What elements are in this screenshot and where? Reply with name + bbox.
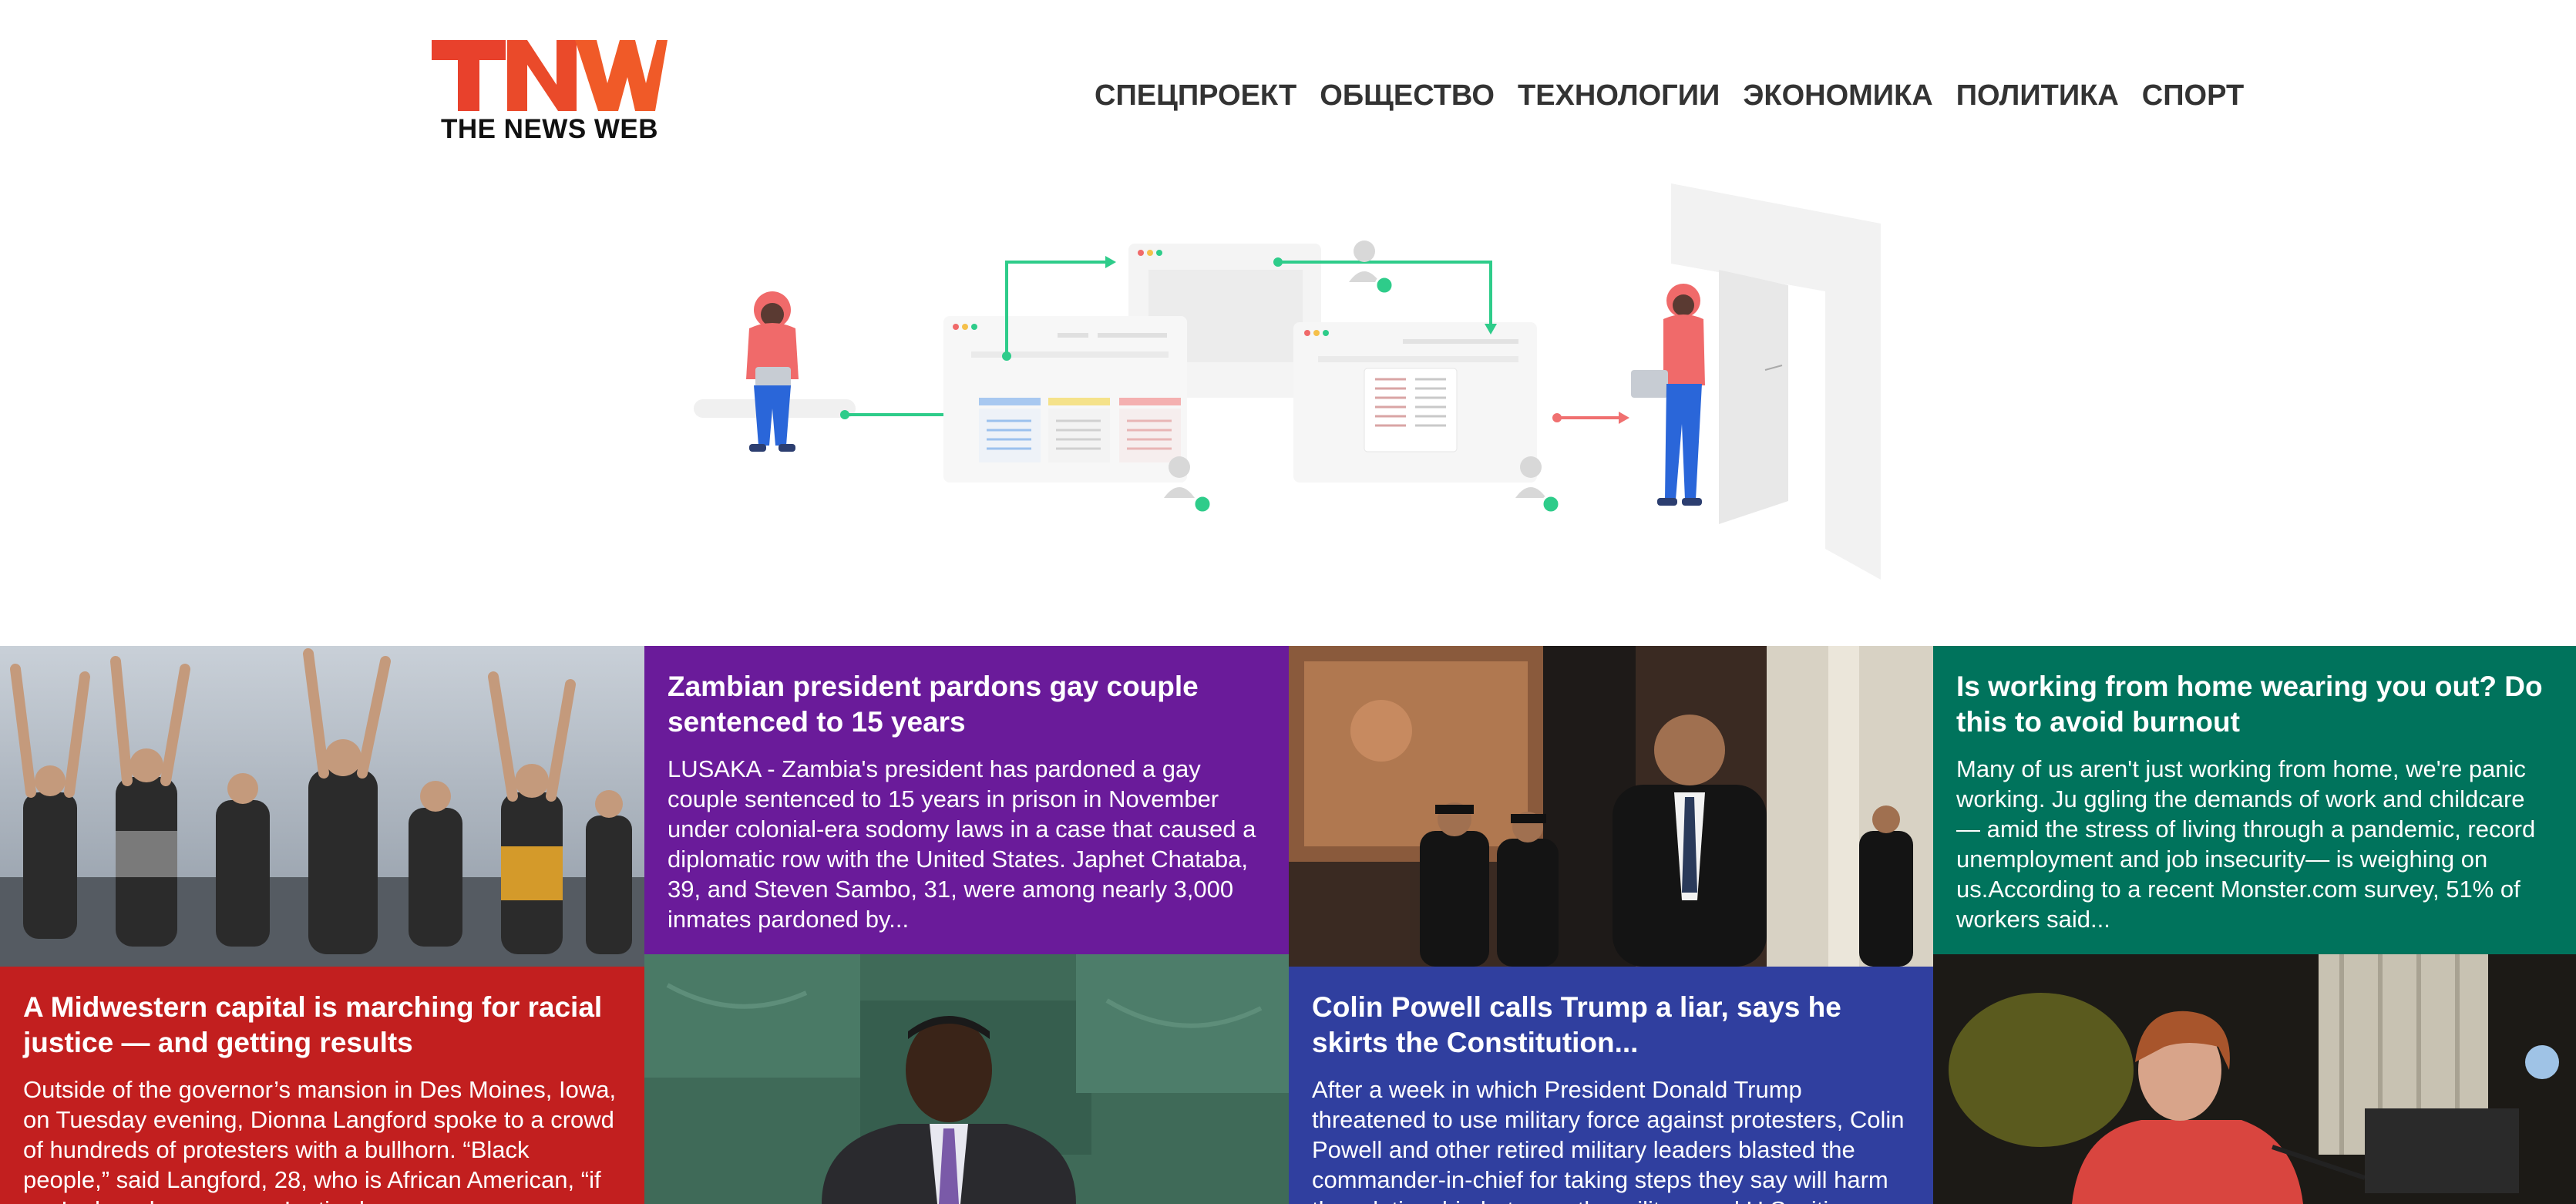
document-window-icon: [1293, 322, 1537, 483]
nav-item-economy[interactable]: ЭКОНОМИКА: [1743, 76, 1932, 116]
hero-illustration: [663, 177, 1912, 594]
person-standing-icon: [1631, 284, 1705, 506]
article-card-burnout[interactable]: Is working from home wearing you out? Do…: [1933, 646, 2576, 954]
kanban-window-icon: [943, 316, 1187, 483]
protesters-photo: [0, 646, 644, 967]
article-excerpt: Many of us aren't just working from home…: [1956, 755, 2536, 933]
article-title[interactable]: Is working from home wearing you out? Do…: [1956, 669, 2554, 740]
woman-at-laptop-photo: [1933, 954, 2576, 1204]
nav-item-society[interactable]: ОБЩЕСТВО: [1320, 76, 1495, 116]
nav-item-politics[interactable]: ПОЛИТИКА: [1956, 76, 2119, 116]
article-excerpt: LUSAKA - Zambia's president has pardoned…: [668, 755, 1256, 933]
article-image-protest[interactable]: [0, 646, 644, 967]
article-card-zambia[interactable]: Zambian president pardons gay couple sen…: [644, 646, 1289, 954]
site-logo[interactable]: THE NEWS WEB: [432, 37, 668, 153]
nav-item-specproject[interactable]: СПЕЦПРОЕКТ: [1095, 76, 1296, 116]
colin-powell-photo: [1289, 646, 1933, 967]
article-image-powell[interactable]: [1289, 646, 1933, 967]
president-at-podium-photo: [644, 954, 1289, 1204]
article-excerpt: After a week in which President Donald T…: [1312, 1076, 1905, 1204]
article-title[interactable]: Zambian president pardons gay couple sen…: [668, 669, 1266, 740]
article-title[interactable]: Colin Powell calls Trump a liar, says he…: [1312, 990, 1910, 1061]
article-card-des-moines[interactable]: A Midwestern capital is marching for rac…: [0, 967, 644, 1204]
nav-item-sport[interactable]: СПОРТ: [2142, 76, 2244, 116]
article-title[interactable]: A Midwestern capital is marching for rac…: [23, 990, 621, 1061]
article-excerpt: Outside of the governor’s mansion in Des…: [23, 1076, 617, 1204]
main-nav: СПЕЦПРОЕКТ ОБЩЕСТВО ТЕХНОЛОГИИ ЭКОНОМИКА…: [1095, 76, 2244, 116]
article-grid: Zambian president pardons gay couple sen…: [0, 646, 2576, 1204]
article-card-powell[interactable]: Colin Powell calls Trump a liar, says he…: [1289, 967, 1933, 1204]
tnw-logo-mark: [432, 40, 668, 111]
nav-item-technology[interactable]: ТЕХНОЛОГИИ: [1518, 76, 1720, 116]
article-image-zambia[interactable]: [644, 954, 1289, 1204]
person-with-laptop-icon: [746, 291, 799, 452]
article-image-burnout[interactable]: [1933, 954, 2576, 1204]
logo-tagline: THE NEWS WEB: [440, 114, 659, 144]
site-header: THE NEWS WEB СПЕЦПРОЕКТ ОБЩЕСТВО ТЕХНОЛО…: [0, 0, 2576, 177]
